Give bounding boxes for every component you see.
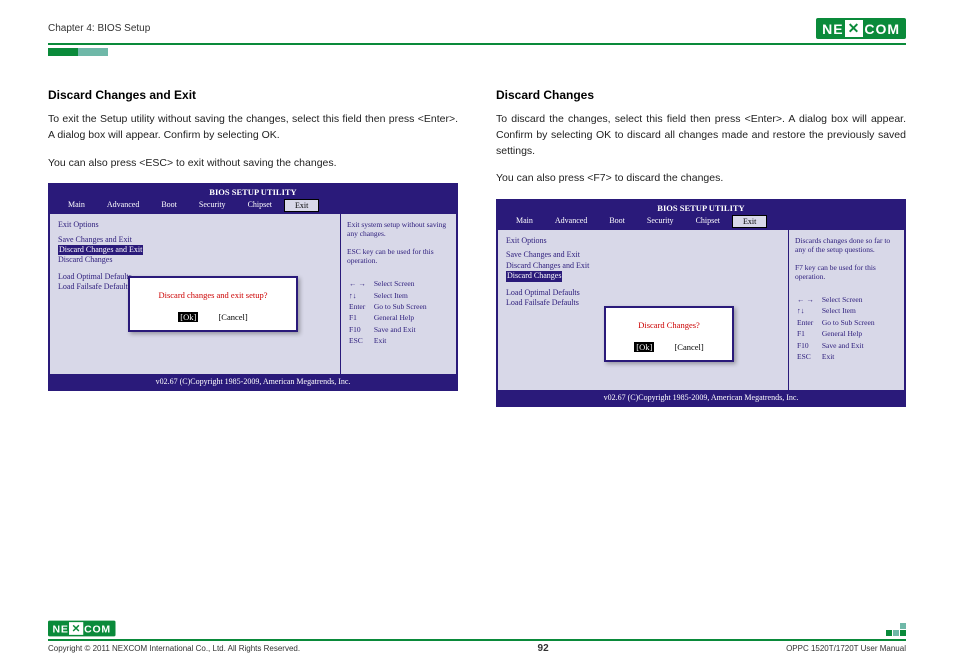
dialog-message: Discard changes and exit setup? [150, 290, 276, 300]
bios-tab-chipset: Chipset [238, 199, 282, 212]
copyright: Copyright © 2011 NEXCOM International Co… [48, 644, 300, 653]
bios-exit-options: Exit Options [58, 220, 332, 230]
bios-tabs: Main Advanced Boot Security Chipset Exit [498, 215, 904, 230]
bios-load-optimal: Load Optimal Defaults [506, 288, 780, 298]
bios-help-text: Discards changes done so far to any of t… [795, 236, 898, 281]
right-p2: You can also press <F7> to discard the c… [496, 171, 906, 187]
bios-screenshot-left: BIOS SETUP UTILITY Main Advanced Boot Se… [48, 183, 458, 391]
page-number: 92 [538, 643, 549, 654]
bios-tab-boot: Boot [151, 199, 187, 212]
bios-tab-security: Security [637, 215, 684, 228]
bios-tab-security: Security [189, 199, 236, 212]
bios-key-legend: ← →Select Screen ↑↓Select Item EnterGo t… [795, 293, 883, 363]
dialog-ok-button[interactable]: [Ok] [178, 312, 198, 322]
bios-discard-exit: Discard Changes and Exit [506, 261, 780, 271]
bios-key-legend: ← →Select Screen ↑↓Select Item EnterGo t… [347, 277, 435, 347]
bios-screenshot-right: BIOS SETUP UTILITY Main Advanced Boot Se… [496, 199, 906, 407]
bios-discard: Discard Changes [58, 255, 332, 265]
bios-tab-advanced: Advanced [97, 199, 149, 212]
dialog-cancel-button[interactable]: [Cancel] [218, 312, 247, 322]
dialog-discard-exit: Discard changes and exit setup? [Ok] [Ca… [128, 276, 298, 332]
chapter-label: Chapter 4: BIOS Setup [48, 23, 150, 34]
bios-help-text: Exit system setup without saving any cha… [347, 220, 450, 265]
right-title: Discard Changes [496, 88, 906, 102]
manual-name: OPPC 1520T/1720T User Manual [786, 644, 906, 653]
dialog-discard: Discard Changes? [Ok] [Cancel] [604, 306, 734, 362]
bios-tab-main: Main [506, 215, 543, 228]
bios-tab-exit: Exit [732, 215, 767, 228]
dialog-cancel-button[interactable]: [Cancel] [674, 342, 703, 352]
bios-save-exit: Save Changes and Exit [58, 235, 332, 245]
right-p1: To discard the changes, select this fiel… [496, 112, 906, 159]
footer-logo: NE✕COM [48, 621, 692, 637]
bios-tab-advanced: Advanced [545, 215, 597, 228]
bios-exit-options: Exit Options [506, 236, 780, 246]
bios-tab-chipset: Chipset [686, 215, 730, 228]
bios-tab-exit: Exit [284, 199, 319, 212]
brand-logo: NE✕COM [816, 18, 906, 39]
left-p1: To exit the Setup utility without saving… [48, 112, 458, 144]
bios-save-exit: Save Changes and Exit [506, 250, 780, 260]
bios-tabs: Main Advanced Boot Security Chipset Exit [50, 199, 456, 214]
bios-footer: v02.67 (C)Copyright 1985-2009, American … [50, 374, 456, 389]
bios-footer: v02.67 (C)Copyright 1985-2009, American … [498, 390, 904, 405]
bios-tab-main: Main [58, 199, 95, 212]
dialog-ok-button[interactable]: [Ok] [634, 342, 654, 352]
bios-discard: Discard Changes [506, 271, 562, 281]
bios-tab-boot: Boot [599, 215, 635, 228]
bios-discard-exit: Discard Changes and Exit [58, 245, 143, 255]
left-title: Discard Changes and Exit [48, 88, 458, 102]
left-p2: You can also press <ESC> to exit without… [48, 156, 458, 172]
dialog-message: Discard Changes? [626, 320, 712, 330]
bios-title: BIOS SETUP UTILITY [498, 201, 904, 215]
bios-title: BIOS SETUP UTILITY [50, 185, 456, 199]
